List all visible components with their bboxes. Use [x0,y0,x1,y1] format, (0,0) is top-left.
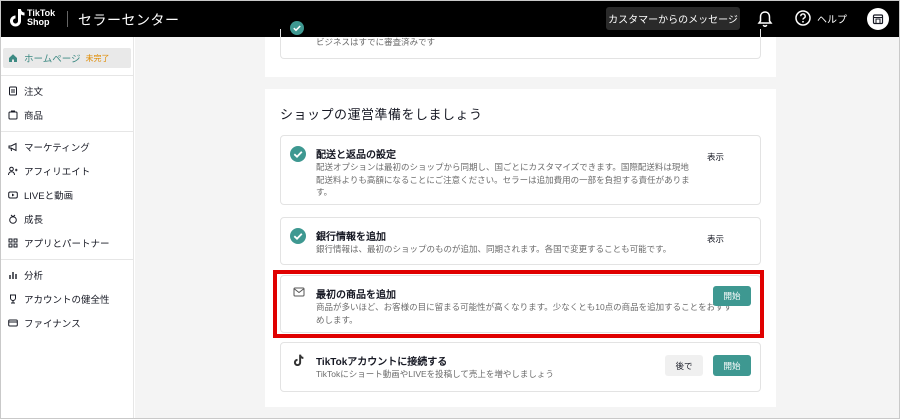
incomplete-badge: 未完了 [85,53,110,63]
sidebar-item-label: アフィリエイト [24,167,91,178]
sidebar-item-label: マーケティング [24,143,90,154]
later-button[interactable]: 後で [665,355,703,376]
sidebar-item-label: 注文 [24,87,44,98]
sidebar-item-growth[interactable]: 成長 [3,209,131,229]
sidebar-item-label: 分析 [24,271,44,282]
sidebar-item-live-video[interactable]: LIVEと動画 [3,185,131,205]
product-icon [8,110,18,120]
verified-task: ビジネスはすでに審査済みです [280,21,761,59]
sidebar-item-label: 成長 [24,215,44,226]
verified-text: ビジネスはすでに審査済みです [316,37,436,47]
sidebar-item-label: アプリとパートナー [24,239,110,250]
task-description: 配送オプションは最初のショップから同期し、国ごとにカスタマイズできます。国際配送… [316,162,690,197]
sidebar-item-label: ファイナンス [24,319,81,330]
apps-icon [8,238,18,248]
analytics-icon [8,270,18,280]
bell-icon[interactable] [757,10,773,28]
section-title: ショップの運営準備をしましょう [280,107,483,122]
sidebar-item-label: アカウントの健全性 [24,295,110,306]
logo-line-2: Shop [27,17,50,27]
shop-avatar[interactable] [867,8,889,30]
sidebar-item-analytics[interactable]: 分析 [3,265,131,285]
start-button[interactable]: 開始 [713,355,751,376]
help-label: ヘルプ [817,14,847,26]
task-description: 銀行情報は、最初のショップのものが追加、同期されます。各国で変更することも可能で… [316,244,672,254]
home-icon [8,53,18,63]
sidebar-item-apps-partners[interactable]: アプリとパートナー [3,233,131,253]
app-title: セラーセンター [78,12,180,28]
sidebar-divider [1,75,134,76]
task-title: 銀行情報を追加 [316,232,386,243]
task-description: TikTokにショート動画やLIVEを投稿して売上を増やしましょう [316,369,554,379]
sidebar-item-home[interactable]: ホームページ 未完了 [3,48,131,68]
sidebar-divider [1,259,134,260]
header-divider [67,11,68,27]
sidebar-item-account-health[interactable]: アカウントの健全性 [3,289,131,309]
app-window: TikTok Shop セラーセンター カスタマーからのメッセージ ヘルプ ホー… [0,0,900,419]
view-link[interactable]: 表示 [707,233,724,245]
check-circle-icon [290,228,306,244]
sidebar: ホームページ 未完了 注文 商品 マーケティング アフィリエイト LIVEと動画… [1,37,134,418]
sidebar-item-label: 商品 [24,111,44,122]
task-bank-info: 銀行情報を追加 銀行情報は、最初のショップのものが追加、同期されます。各国で変更… [280,217,761,265]
task-connect-tiktok: TikTokアカウントに接続する TikTokにショート動画やLIVEを投稿して… [280,342,761,392]
store-icon [872,14,884,25]
verification-card: ビジネスはすでに審査済みです [265,21,776,77]
sidebar-item-affiliate[interactable]: アフィリエイト [3,161,131,181]
shop-setup-card: ショップの運営準備をしましょう 配送と返品の設定 配送オプションは最初のショップ… [265,89,776,407]
sidebar-item-marketing[interactable]: マーケティング [3,137,131,157]
help-icon [795,10,811,26]
growth-icon [8,214,18,224]
sidebar-divider [1,131,134,132]
check-circle-icon [290,146,306,162]
trophy-icon [8,294,18,304]
order-icon [8,86,18,96]
task-shipping-returns: 配送と返品の設定 配送オプションは最初のショップから同期し、国ごとにカスタマイズ… [280,135,761,205]
video-icon [8,190,18,200]
view-link[interactable]: 表示 [707,151,724,163]
sidebar-item-products[interactable]: 商品 [3,105,131,125]
sidebar-item-label: LIVEと動画 [24,191,74,202]
tiktok-shop-logo[interactable]: TikTok Shop [9,8,55,28]
help-button[interactable]: ヘルプ [795,10,847,26]
tiktok-logo-icon [293,354,304,367]
main-content: ビジネスはすでに審査済みです ショップの運営準備をしましょう 配送と返品の設定 … [135,21,899,418]
sidebar-item-orders[interactable]: 注文 [3,81,131,101]
customer-messages-button[interactable]: カスタマーからのメッセージ [606,7,740,30]
sidebar-item-label: ホームページ [24,54,81,65]
tiktok-logo-icon [10,9,25,27]
logo-text: TikTok Shop [27,9,55,27]
check-circle-icon [290,21,304,35]
finance-icon [8,318,18,328]
sidebar-item-finance[interactable]: ファイナンス [3,313,131,333]
task-title: TikTokアカウントに接続する [316,357,448,368]
megaphone-icon [8,142,18,152]
task-title: 配送と返品の設定 [316,150,396,161]
affiliate-icon [8,166,18,176]
highlight-box [273,270,764,338]
